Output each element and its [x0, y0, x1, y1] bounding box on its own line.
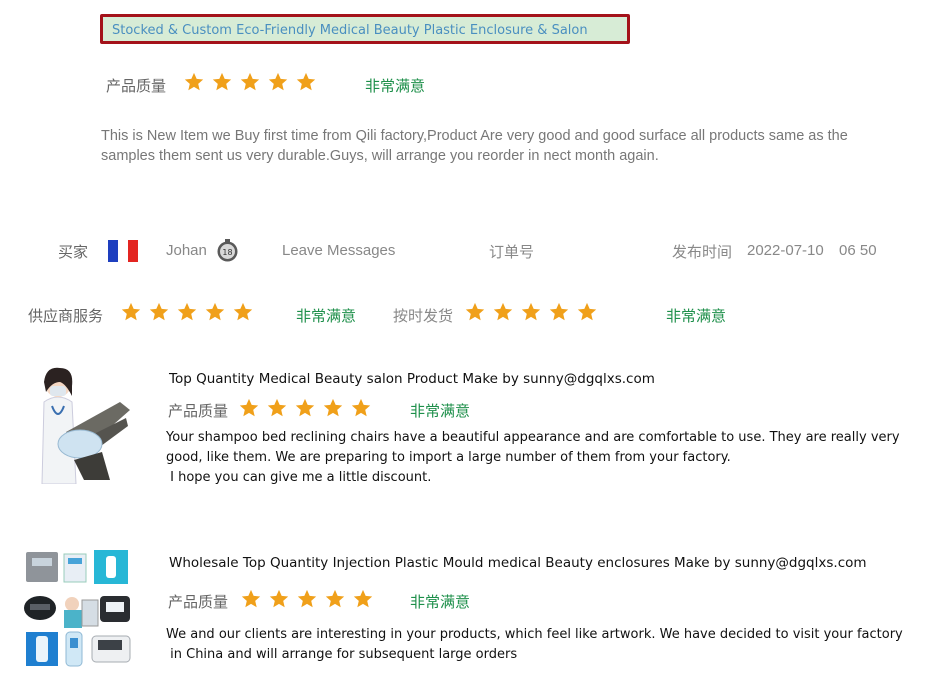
item-title[interactable]: Wholesale Top Quantity Injection Plastic… — [169, 555, 867, 571]
published-time: 06 50 — [839, 242, 877, 259]
review-text: This is New Item we Buy first time from … — [101, 126, 921, 166]
star-icon — [267, 398, 287, 417]
star-icon — [239, 398, 259, 417]
star-icon — [351, 398, 371, 417]
star-icon — [577, 302, 597, 321]
star-icon — [241, 589, 261, 608]
quality-label: 产品质量 — [106, 77, 167, 95]
product-title[interactable]: Stocked & Custom Eco-Friendly Medical Be… — [112, 23, 588, 38]
review-text-line: samples them sent us very durable.Guys, … — [101, 148, 659, 164]
published-label: 发布时间 — [672, 243, 733, 261]
quality-verdict: 非常满意 — [365, 77, 426, 95]
star-icon — [184, 72, 204, 91]
star-icon — [205, 302, 225, 321]
item-rating-stars — [238, 397, 372, 419]
star-icon — [465, 302, 485, 321]
item-review-text: Your shampoo bed reclining chairs have a… — [166, 428, 926, 488]
supplier-service-verdict: 非常满意 — [296, 307, 357, 325]
item-verdict: 非常满意 — [410, 402, 471, 420]
france-flag-icon — [108, 240, 138, 262]
quality-rating-stars — [183, 71, 317, 93]
item-review-line: I hope you can give me a little discount… — [166, 470, 432, 485]
star-icon — [325, 589, 345, 608]
buyer-name: Johan — [166, 242, 207, 259]
star-icon — [269, 589, 289, 608]
ontime-delivery-verdict: 非常满意 — [666, 307, 727, 325]
star-icon — [121, 302, 141, 321]
star-icon — [323, 398, 343, 417]
published-date: 2022-07-10 — [747, 242, 824, 259]
item-review-line: We and our clients are interesting in yo… — [166, 627, 903, 642]
supplier-service-stars — [120, 301, 254, 323]
item-quality-label: 产品质量 — [168, 402, 229, 420]
star-icon — [240, 72, 260, 91]
svg-text:18: 18 — [222, 248, 232, 257]
star-icon — [549, 302, 569, 321]
item-thumbnail-grid[interactable] — [22, 548, 134, 670]
supplier-service-label: 供应商服务 — [28, 307, 104, 325]
item-review-line: good, like them. We are preparing to imp… — [166, 450, 731, 465]
avatar-icon[interactable]: 18 — [216, 239, 239, 262]
item-review-text: We and our clients are interesting in yo… — [166, 625, 926, 665]
item-quality-label: 产品质量 — [168, 593, 229, 611]
star-icon — [297, 589, 317, 608]
item-review-line: Your shampoo bed reclining chairs have a… — [166, 430, 900, 445]
star-icon — [296, 72, 316, 91]
star-icon — [493, 302, 513, 321]
order-number-label: 订单号 — [489, 243, 535, 261]
star-icon — [521, 302, 541, 321]
item-rating-stars — [240, 588, 374, 610]
item-thumbnail-shampoo-bed[interactable] — [22, 362, 134, 485]
star-icon — [233, 302, 253, 321]
leave-messages-link[interactable]: Leave Messages — [282, 242, 395, 259]
product-title-box[interactable]: Stocked & Custom Eco-Friendly Medical Be… — [100, 14, 630, 44]
buyer-label: 买家 — [58, 243, 89, 261]
star-icon — [177, 302, 197, 321]
item-verdict: 非常满意 — [410, 593, 471, 611]
ontime-delivery-stars — [464, 301, 598, 323]
star-icon — [212, 72, 232, 91]
item-review-line: in China and will arrange for subsequent… — [166, 647, 518, 662]
star-icon — [268, 72, 288, 91]
item-title[interactable]: Top Quantity Medical Beauty salon Produc… — [169, 371, 655, 387]
review-text-line: This is New Item we Buy first time from … — [101, 128, 848, 144]
star-icon — [295, 398, 315, 417]
ontime-delivery-label: 按时发货 — [393, 307, 454, 325]
star-icon — [149, 302, 169, 321]
star-icon — [353, 589, 373, 608]
